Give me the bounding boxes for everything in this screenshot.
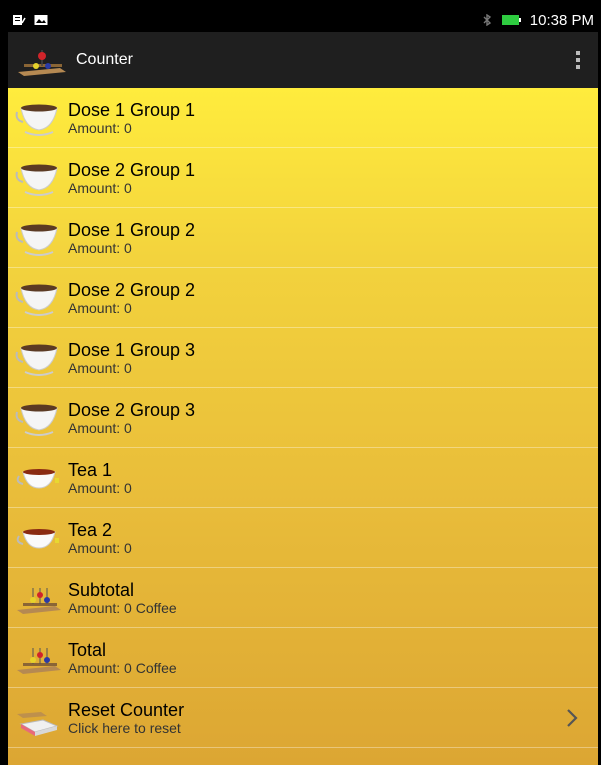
list-item[interactable]: Tea 1 Amount: 0 bbox=[8, 448, 598, 508]
item-title: Dose 1 Group 3 bbox=[68, 339, 196, 360]
overflow-menu-button[interactable] bbox=[558, 38, 598, 82]
item-title: Tea 2 bbox=[68, 519, 113, 540]
eraser-icon bbox=[8, 696, 68, 740]
item-subtitle: Amount: 0 bbox=[68, 479, 132, 496]
list-item[interactable]: Total Amount: 0 Coffee bbox=[8, 628, 598, 688]
item-title: Dose 2 Group 3 bbox=[68, 399, 196, 420]
coffee-cup-icon bbox=[8, 96, 68, 140]
status-time: 10:38 PM bbox=[529, 11, 594, 29]
chevron-right-icon bbox=[567, 709, 578, 727]
item-subtitle: Amount: 0 bbox=[68, 419, 132, 436]
item-subtitle: Amount: 0 bbox=[68, 299, 132, 316]
abacus-icon bbox=[8, 576, 68, 620]
overflow-dot bbox=[576, 65, 580, 69]
list-item[interactable]: Subtotal Amount: 0 Coffee bbox=[8, 568, 598, 628]
tea-cup-icon bbox=[8, 456, 68, 500]
abacus-icon bbox=[8, 636, 68, 680]
list-item[interactable]: Dose 1 Group 1 Amount: 0 bbox=[8, 88, 598, 148]
item-subtitle: Amount: 0 bbox=[68, 539, 132, 556]
item-title: Dose 2 Group 2 bbox=[68, 279, 196, 300]
overflow-dot bbox=[576, 58, 580, 62]
item-title: Dose 1 Group 1 bbox=[68, 99, 196, 120]
item-title: Tea 1 bbox=[68, 459, 113, 480]
list-item[interactable]: Dose 1 Group 2 Amount: 0 bbox=[8, 208, 598, 268]
clipboard-notification-icon bbox=[13, 15, 26, 25]
item-title: Reset Counter bbox=[68, 699, 185, 720]
item-title: Total bbox=[68, 639, 107, 660]
coffee-cup-icon bbox=[8, 396, 68, 440]
action-bar: Counter bbox=[8, 32, 598, 88]
list-item[interactable]: Dose 2 Group 1 Amount: 0 bbox=[8, 148, 598, 208]
battery-icon bbox=[501, 15, 521, 25]
app-title: Counter bbox=[76, 51, 133, 68]
counter-list: Dose 1 Group 1 Amount: 0 Dose 2 Group 1 … bbox=[8, 88, 598, 765]
overflow-dot bbox=[576, 51, 580, 55]
list-item[interactable]: Dose 2 Group 2 Amount: 0 bbox=[8, 268, 598, 328]
app-logo-icon[interactable] bbox=[16, 42, 68, 78]
coffee-cup-icon bbox=[8, 276, 68, 320]
item-title: Dose 1 Group 2 bbox=[68, 219, 196, 240]
item-subtitle: Amount: 0 bbox=[68, 119, 132, 136]
item-subtitle: Amount: 0 Coffee bbox=[68, 599, 177, 616]
item-subtitle: Click here to reset bbox=[68, 719, 181, 736]
coffee-cup-icon bbox=[8, 336, 68, 380]
item-subtitle: Amount: 0 bbox=[68, 179, 132, 196]
list-item[interactable]: Dose 2 Group 3 Amount: 0 bbox=[8, 388, 598, 448]
list-item[interactable]: Tea 2 Amount: 0 bbox=[8, 508, 598, 568]
item-title: Dose 2 Group 1 bbox=[68, 159, 196, 180]
image-notification-icon bbox=[34, 15, 48, 25]
tea-cup-icon bbox=[8, 516, 68, 560]
reset-counter-item[interactable]: Reset Counter Click here to reset bbox=[8, 688, 598, 748]
item-subtitle: Amount: 0 bbox=[68, 239, 132, 256]
bluetooth-icon bbox=[483, 14, 491, 26]
coffee-cup-icon bbox=[8, 216, 68, 260]
item-subtitle: Amount: 0 bbox=[68, 359, 132, 376]
list-item[interactable]: Dose 1 Group 3 Amount: 0 bbox=[8, 328, 598, 388]
item-subtitle: Amount: 0 Coffee bbox=[68, 659, 177, 676]
coffee-cup-icon bbox=[8, 156, 68, 200]
status-bar: 10:38 PM bbox=[8, 8, 598, 32]
item-title: Subtotal bbox=[68, 579, 135, 600]
